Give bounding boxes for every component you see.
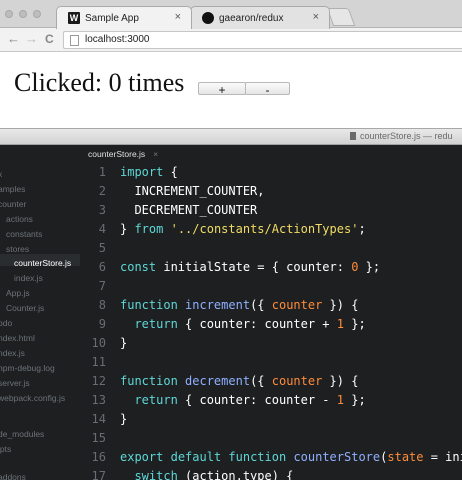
code-text: switch (action.type) {	[134, 469, 294, 480]
code-text: }	[120, 336, 128, 350]
tab-title: gaearon/redux	[219, 13, 284, 24]
url-text: localhost:3000	[85, 34, 150, 45]
increment-button[interactable]: +	[198, 82, 246, 97]
code-area[interactable]: 1 import {2 INCREMENT_COUNTER, 3 DECREMENT…	[80, 163, 462, 480]
close-tab-icon[interactable]: ×	[175, 11, 181, 23]
line-number: 14	[91, 412, 106, 426]
new-tab-button[interactable]	[326, 8, 356, 26]
code-line[interactable]: 15	[80, 429, 462, 448]
code-line[interactable]: 13 return { counter: counter - 1 };	[80, 391, 462, 410]
code-line[interactable]: 5	[80, 239, 462, 258]
tree-item[interactable]: x	[0, 169, 2, 179]
reload-icon[interactable]: C	[45, 32, 54, 46]
editor-window-title: counterStore.js — redu	[350, 131, 453, 141]
tree-item[interactable]: ipts	[0, 444, 11, 454]
document-icon	[350, 132, 356, 140]
code-line[interactable]: 10}	[80, 334, 462, 353]
line-number: 3	[98, 203, 106, 217]
code-line[interactable]: 14}	[80, 410, 462, 429]
code-text: INCREMENT_COUNTER,	[120, 184, 265, 198]
code-line[interactable]: 8 function increment({ counter }) {	[80, 296, 462, 315]
tree-item[interactable]: server.js	[0, 378, 30, 388]
decrement-button[interactable]: -	[245, 82, 290, 97]
line-number: 17	[91, 469, 106, 480]
code-line[interactable]: 4 } from '../constants/ActionTypes';	[80, 220, 462, 239]
tab-title: Sample App	[85, 13, 139, 24]
code-editor[interactable]: counterStore.js × 1 import { 2 INCREMENT_CO…	[80, 145, 462, 480]
line-number: 5	[98, 241, 106, 255]
tree-item[interactable]: addons	[0, 472, 26, 480]
tree-item[interactable]: ndex.js	[0, 348, 25, 358]
browser-tab-strip: W Sample App × gaearon/redux ×	[0, 0, 462, 29]
line-number: 7	[98, 279, 106, 293]
tree-item[interactable]: odo	[0, 318, 12, 328]
line-number: 16	[91, 450, 106, 464]
line-number: 4	[98, 222, 106, 236]
editor-tab-bar: counterStore.js ×	[80, 145, 462, 162]
code-line[interactable]: 17 switch (action.type) {	[80, 467, 462, 480]
line-number: 13	[91, 393, 106, 407]
browser-tab-redux[interactable]: gaearon/redux ×	[190, 6, 330, 29]
browser-tab-sample-app[interactable]: W Sample App ×	[56, 6, 192, 29]
close-tab-icon[interactable]: ×	[313, 11, 319, 23]
line-number: 6	[98, 260, 106, 274]
line-number: 12	[91, 374, 106, 388]
minimize-window-icon[interactable]	[19, 10, 27, 18]
code-text: } from '../constants/ActionTypes';	[120, 222, 366, 236]
page-viewport: Clicked: 0 times + -	[0, 52, 462, 128]
tree-item[interactable]: counterStore.js	[14, 258, 71, 268]
close-window-icon[interactable]	[5, 10, 13, 18]
code-line[interactable]: 3 DECREMENT_COUNTER	[80, 201, 462, 220]
code-line[interactable]: 16 export default function counterStore(s…	[80, 448, 462, 467]
line-number: 9	[98, 317, 106, 331]
code-line[interactable]: 1 import {	[80, 163, 462, 182]
code-line[interactable]: 2 INCREMENT_COUNTER,	[80, 182, 462, 201]
tree-item[interactable]: npm-debug.log	[0, 363, 55, 373]
tree-item[interactable]: App.js	[6, 288, 30, 298]
tree-item[interactable]: counter	[0, 199, 26, 209]
tree-item[interactable]: actions	[6, 214, 33, 224]
github-icon	[202, 12, 214, 24]
tree-item[interactable]: index.js	[14, 273, 43, 283]
tree-item[interactable]: amples	[0, 184, 25, 194]
line-number: 2	[98, 184, 106, 198]
forward-arrow-icon[interactable]: →	[25, 32, 38, 46]
tree-item[interactable]: webpack.config.js	[0, 393, 65, 403]
file-tree: x amples counter actions constants stores coun…	[0, 145, 80, 480]
line-number: 15	[91, 431, 106, 445]
editor-tab-counterstore[interactable]: counterStore.js ×	[88, 149, 158, 159]
code-line[interactable]: 6 const initialState = { counter: 0 };	[80, 258, 462, 277]
line-number: 10	[91, 336, 106, 350]
line-number: 11	[91, 355, 106, 369]
code-text: export default function counterStore(sta…	[120, 450, 462, 464]
editor-title-bar: counterStore.js — redu	[0, 128, 462, 145]
tree-item[interactable]: Counter.js	[6, 303, 44, 313]
address-bar[interactable]: localhost:3000	[63, 31, 462, 49]
line-number: 1	[98, 165, 106, 179]
code-text: function decrement({ counter }) {	[120, 374, 359, 388]
click-counter-text: Clicked: 0 times	[14, 68, 185, 97]
tree-item[interactable]: constants	[6, 229, 42, 239]
code-text: function increment({ counter }) {	[120, 298, 359, 312]
code-text: return { counter: counter - 1 };	[134, 393, 366, 407]
code-line[interactable]: 11	[80, 353, 462, 372]
code-line[interactable]: 9 return { counter: counter + 1 };	[80, 315, 462, 334]
back-arrow-icon[interactable]: ←	[7, 32, 20, 46]
zoom-window-icon[interactable]	[33, 10, 41, 18]
code-line[interactable]: 12 function decrement({ counter }) {	[80, 372, 462, 391]
code-text: const initialState = { counter: 0 };	[120, 260, 381, 274]
tree-item[interactable]: stores	[6, 244, 29, 254]
code-text: }	[120, 412, 128, 426]
tree-item[interactable]: ndex.html	[0, 333, 35, 343]
code-line[interactable]: 7	[80, 277, 462, 296]
code-text: DECREMENT_COUNTER	[120, 203, 258, 217]
browser-toolbar: ← → C localhost:3000	[0, 28, 462, 52]
close-tab-icon[interactable]: ×	[153, 149, 158, 159]
code-text: return { counter: counter + 1 };	[134, 317, 366, 331]
w-logo-icon: W	[68, 12, 80, 24]
page-icon	[70, 35, 79, 46]
line-number: 8	[98, 298, 106, 312]
code-text: import {	[120, 165, 178, 179]
tree-item[interactable]: de_modules	[0, 429, 44, 439]
